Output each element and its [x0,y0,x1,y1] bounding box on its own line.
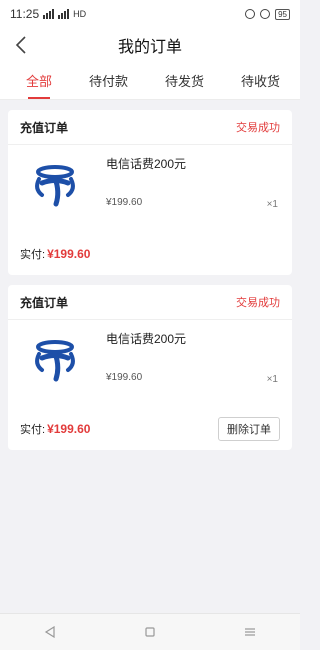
unit-price: ¥199.60 [106,197,143,208]
order-tabs: 全部 待付款 待发货 待收货 [0,62,300,100]
delete-order-button[interactable]: 删除订单 [218,417,280,441]
header: 我的订单 [0,28,300,62]
system-nav-bar [0,613,300,650]
menu-lines-icon [245,628,255,636]
tab-pending-payment[interactable]: 待付款 [77,62,140,99]
signal-icon [58,9,70,19]
tab-pending-receipt[interactable]: 待收货 [229,62,292,99]
status-bar: 11:25 HD 95 [0,0,300,28]
unit-price: ¥199.60 [106,372,143,383]
nav-home-button[interactable] [130,626,170,638]
order-type: 充值订单 [20,295,69,310]
china-telecom-logo-icon [35,165,75,207]
order-card-header: 充值订单 交易成功 [8,285,292,320]
tab-pending-shipment[interactable]: 待发货 [153,62,216,99]
signal-icon [43,9,55,19]
status-time: 11:25 [10,7,40,21]
order-card[interactable]: 充值订单 交易成功 电信话费200元 ¥199.60 ×1 实付: ¥199.60 [8,110,292,275]
order-card-footer: 实付: ¥199.60 [8,237,292,275]
home-square-icon [145,627,155,637]
status-left: 11:25 HD [10,7,86,21]
order-status: 交易成功 [236,122,280,134]
headset-icon [260,9,271,19]
paid-label: 实付: [20,424,46,436]
paid-total: 实付: ¥199.60 [20,246,90,262]
page-title: 我的订单 [117,39,182,56]
nav-back-button[interactable] [30,626,70,638]
tab-all[interactable]: 全部 [14,62,64,99]
product-name: 电信话费200元 [106,157,187,171]
chevron-left-icon [15,36,26,54]
network-label: HD [73,8,87,19]
battery-icon: 95 [275,8,290,20]
back-triangle-icon [44,626,55,638]
order-status: 交易成功 [236,297,280,309]
nav-menu-button[interactable] [230,626,270,638]
paid-total: 实付: ¥199.60 [20,421,90,437]
order-card-footer: 实付: ¥199.60 删除订单 [8,412,292,450]
alarm-icon [245,9,256,19]
paid-amount: ¥199.60 [47,247,91,261]
order-card[interactable]: 充值订单 交易成功 电信话费200元 ¥199.60 ×1 实付: ¥199.60… [8,285,292,450]
order-list: 充值订单 交易成功 电信话费200元 ¥199.60 ×1 实付: ¥199.60… [0,110,300,450]
paid-label: 实付: [20,249,46,261]
paid-amount: ¥199.60 [47,422,91,436]
back-button[interactable] [8,32,34,58]
quantity: ×1 [266,374,278,385]
order-type: 充值订单 [20,120,69,135]
china-telecom-logo-icon [35,340,75,382]
order-card-header: 充值订单 交易成功 [8,110,292,145]
status-right: 95 [245,8,290,20]
order-item[interactable]: 电信话费200元 ¥199.60 ×1 [8,145,292,237]
quantity: ×1 [266,199,278,210]
order-item[interactable]: 电信话费200元 ¥199.60 ×1 [8,320,292,412]
product-name: 电信话费200元 [106,332,187,346]
